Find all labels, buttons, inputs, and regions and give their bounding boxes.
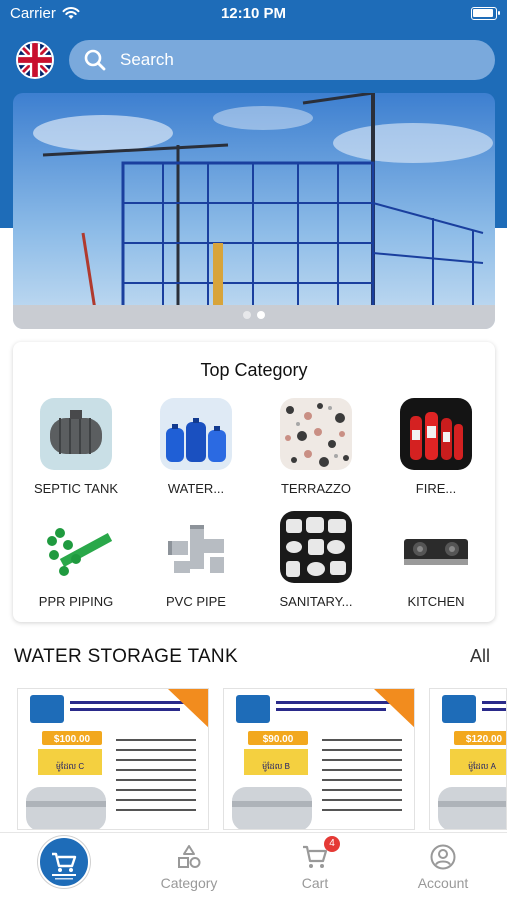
category-label: WATER...: [167, 481, 225, 496]
product-price: $90.00: [263, 734, 294, 745]
category-label: KITCHEN: [407, 594, 465, 609]
ppr-piping-image: [40, 511, 112, 583]
category-item-septic-tank[interactable]: SEPTIC TANK: [16, 398, 136, 496]
tab-label: Cart: [301, 875, 329, 891]
tab-label: Account: [417, 875, 469, 891]
product-card[interactable]: $100.00 ម៉ូដែល C: [17, 688, 209, 830]
category-label: TERRAZZO: [280, 481, 352, 496]
uk-flag-icon[interactable]: [16, 41, 54, 79]
tab-cart[interactable]: Cart: [252, 833, 378, 891]
product-model: ម៉ូដែល A: [468, 761, 497, 772]
store-logo-icon: [52, 852, 77, 880]
product-card[interactable]: $90.00 ម៉ូដែល B: [223, 688, 415, 830]
search-icon: [84, 49, 106, 71]
septic-tank-image: [40, 398, 112, 470]
tab-account[interactable]: Account: [380, 833, 506, 891]
category-label: PVC PIPE: [166, 594, 226, 609]
status-time: 12:10 PM: [220, 5, 287, 22]
product-price: $100.00: [54, 734, 91, 745]
banner-image: [13, 93, 495, 329]
category-icon: [178, 845, 201, 868]
fire-extinguisher-image: [400, 398, 472, 470]
terrazzo-image: [280, 398, 352, 470]
category-label: FIRE...: [415, 481, 457, 496]
top-category-card: Top Category SEPTIC TANK WATER... TERRAZ…: [13, 342, 495, 622]
category-item-terrazzo[interactable]: TERRAZZO: [256, 398, 376, 496]
pvc-pipe-image: [160, 511, 232, 583]
banner-pager[interactable]: [13, 311, 495, 319]
product-price: $120.00: [466, 734, 503, 745]
tab-category[interactable]: Category: [126, 833, 252, 891]
category-item-water[interactable]: WATER...: [136, 398, 256, 496]
category-item-sanitary[interactable]: SANITARY...: [256, 511, 376, 609]
water-tank-image: [160, 398, 232, 470]
category-item-kitchen[interactable]: KITCHEN: [376, 511, 496, 609]
category-label: SANITARY...: [279, 594, 353, 609]
search-placeholder: Search: [120, 50, 174, 69]
account-icon: [430, 844, 456, 870]
product-image: $100.00 ម៉ូដែល C: [18, 689, 208, 829]
product-image: $120.00 ម៉ូដែល A: [430, 689, 506, 829]
category-label: SEPTIC TANK: [33, 481, 119, 496]
home-logo-button[interactable]: [38, 836, 90, 888]
status-bar: Carrier 12:10 PM: [0, 0, 507, 30]
pager-dot-active[interactable]: [257, 311, 265, 319]
product-image: $90.00 ម៉ូដែល B: [224, 689, 414, 829]
search-input[interactable]: Search: [69, 40, 495, 80]
product-model: ម៉ូដែល C: [56, 761, 85, 772]
category-item-pvc-pipe[interactable]: PVC PIPE: [136, 511, 256, 609]
product-card[interactable]: $120.00 ម៉ូដែល A: [429, 688, 507, 830]
section-title: WATER STORAGE TANK: [14, 646, 238, 667]
product-model: ម៉ូដែល B: [262, 761, 290, 772]
top-category-title: Top Category: [200, 360, 308, 380]
category-item-ppr-piping[interactable]: PPR PIPING: [16, 511, 136, 609]
category-label: PPR PIPING: [38, 594, 114, 609]
pager-dot[interactable]: [243, 311, 251, 319]
sanitary-image: [280, 511, 352, 583]
cart-count-badge: 4: [324, 836, 340, 852]
water-storage-section-header: WATER STORAGE TANK All: [14, 646, 490, 672]
battery-icon: [471, 7, 500, 20]
kitchen-stove-image: [400, 511, 472, 583]
category-item-fire[interactable]: FIRE...: [376, 398, 496, 496]
promo-banner[interactable]: [13, 93, 495, 329]
see-all-link[interactable]: All: [470, 646, 490, 667]
tab-label: Category: [160, 875, 218, 891]
